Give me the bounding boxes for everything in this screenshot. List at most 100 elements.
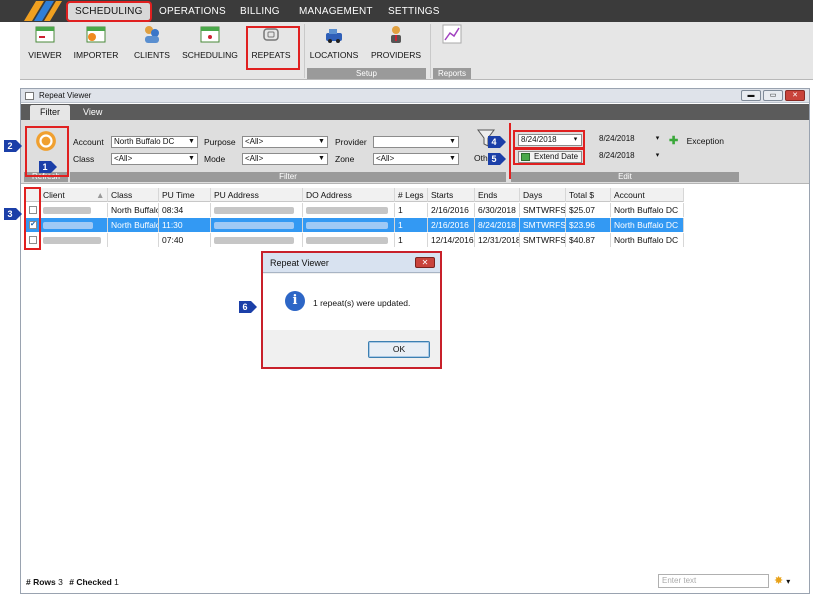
cell-days: SMTWRFS	[520, 233, 566, 247]
marker-arrow	[16, 208, 22, 220]
exception-button[interactable]: ✚ Exception	[669, 135, 739, 147]
minimize-icon[interactable]: ▬	[741, 90, 761, 101]
menu-operations[interactable]: OPERATIONS	[152, 3, 233, 20]
mode-select[interactable]: <All> ▼	[242, 153, 328, 165]
dialog-message: 1 repeat(s) were updated.	[313, 298, 411, 308]
importer-icon	[86, 26, 106, 43]
col-days[interactable]: Days	[520, 188, 566, 202]
date1-highlight	[513, 130, 585, 149]
menu-management[interactable]: MANAGEMENT	[292, 3, 380, 20]
provider-select[interactable]: ▼	[373, 136, 459, 148]
cell-starts: 2/16/2016	[428, 203, 475, 217]
cell-legs: 1	[395, 233, 428, 247]
zone-select[interactable]: <All> ▼	[373, 153, 459, 165]
viewer-button[interactable]: VIEWER	[28, 24, 62, 64]
cell-legs: 1	[395, 218, 428, 232]
dialog-title: Repeat Viewer	[270, 258, 329, 268]
col-class[interactable]: Class	[108, 188, 159, 202]
cell-pu-time: 07:40	[159, 233, 211, 247]
chart-icon	[442, 24, 462, 44]
ribbon-separator	[430, 24, 431, 78]
maximize-icon[interactable]: ▭	[763, 90, 783, 101]
tab-view[interactable]: View	[73, 105, 112, 120]
reports-group-label: Reports	[433, 68, 471, 79]
importer-button[interactable]: IMPORTER	[72, 24, 120, 64]
close-icon[interactable]: ✕	[785, 90, 805, 101]
providers-button[interactable]: PROVIDERS	[367, 24, 425, 64]
table-row[interactable]: North Buffalo 08:34 1 2/16/2016 6/30/201…	[24, 203, 684, 217]
clients-icon	[145, 26, 159, 43]
chevron-down-icon: ▼	[188, 138, 195, 145]
cell-account: North Buffalo DC	[611, 218, 684, 232]
class-select[interactable]: <All> ▼	[111, 153, 198, 165]
cell-do-address	[303, 203, 395, 217]
col-starts[interactable]: Starts	[428, 188, 475, 202]
menu-settings[interactable]: SETTINGS	[381, 3, 447, 20]
table-row-selected[interactable]: ✔ North Buffalo 11:30 1 2/16/2016 8/24/2…	[24, 218, 684, 232]
col-ends[interactable]: Ends	[475, 188, 520, 202]
window-controls: ▬ ▭ ✕	[741, 90, 805, 101]
cell-client	[40, 218, 108, 232]
settings-star-icon[interactable]: ✸ ▾	[774, 574, 790, 587]
col-legs[interactable]: # Legs	[395, 188, 428, 202]
marker-arrow	[500, 153, 506, 165]
chevron-down-icon: ▼	[318, 155, 325, 162]
cell-ends: 12/31/2018	[475, 233, 520, 247]
purpose-value: <All>	[245, 137, 264, 146]
reports-button[interactable]	[434, 24, 470, 64]
marker-arrow	[500, 136, 506, 148]
clients-button[interactable]: CLIENTS	[132, 24, 172, 64]
locations-button[interactable]: LOCATIONS	[308, 24, 360, 64]
table-row[interactable]: 07:40 1 12/14/2016 12/31/2018 SMTWRFS $4…	[24, 233, 684, 247]
col-pu-time[interactable]: PU Time	[159, 188, 211, 202]
zone-value: <All>	[376, 154, 395, 163]
cell-account: North Buffalo DC	[611, 203, 684, 217]
extend-highlight	[513, 148, 585, 165]
cell-account: North Buffalo DC	[611, 233, 684, 247]
exception-label: Exception	[686, 136, 724, 146]
marker-4: 4	[488, 136, 500, 148]
marker-2: 2	[4, 140, 16, 152]
account-select[interactable]: North Buffalo DC ▼	[111, 136, 198, 148]
marker-arrow	[51, 161, 57, 173]
col-do-address[interactable]: DO Address	[303, 188, 395, 202]
filter-panel: Refresh Account North Buffalo DC ▼ Class …	[21, 120, 809, 184]
filter-group-label: Filter	[70, 172, 506, 182]
cell-pu-address	[211, 203, 303, 217]
scheduling-icon	[200, 26, 220, 43]
col-account[interactable]: Account	[611, 188, 684, 202]
cell-class	[108, 233, 159, 247]
purpose-label: Purpose	[204, 137, 236, 147]
col-total[interactable]: Total $	[566, 188, 611, 202]
window-tabs: Filter View	[21, 104, 809, 120]
date-picker-3[interactable]: 8/24/2018 ▾	[597, 151, 663, 163]
provider-label: Provider	[335, 137, 367, 147]
col-pu-address[interactable]: PU Address	[211, 188, 303, 202]
cell-do-address	[303, 233, 395, 247]
cell-days: SMTWRFS	[520, 218, 566, 232]
search-input[interactable]: Enter text	[658, 574, 769, 588]
rows-count: 3	[58, 577, 63, 587]
edit-group-label: Edit	[511, 172, 739, 182]
close-icon[interactable]: ✕	[415, 257, 435, 268]
col-client[interactable]: Client ▲	[40, 188, 108, 202]
ok-button[interactable]: OK	[368, 341, 430, 358]
chevron-down-icon: ▼	[449, 155, 456, 162]
repeats-highlight	[246, 26, 300, 70]
purpose-select[interactable]: <All> ▼	[242, 136, 328, 148]
menu-billing[interactable]: BILLING	[233, 3, 287, 20]
viewer-icon	[35, 26, 55, 43]
viewer-label: VIEWER	[28, 50, 62, 60]
mode-label: Mode	[204, 154, 226, 164]
cell-do-address	[303, 218, 395, 232]
date-picker-2[interactable]: 8/24/2018 ▾	[597, 134, 663, 146]
tab-filter[interactable]: Filter	[30, 105, 70, 120]
edit-divider	[509, 123, 511, 179]
scheduling-label: SCHEDULING	[182, 50, 238, 60]
chevron-down-icon: ▼	[449, 138, 456, 145]
menu-scheduling[interactable]: SCHEDULING	[66, 1, 152, 22]
cell-ends: 8/24/2018	[475, 218, 520, 232]
marker-6: 6	[239, 301, 251, 313]
scheduling-button[interactable]: SCHEDULING	[180, 24, 240, 64]
marker-5: 5	[488, 153, 500, 165]
